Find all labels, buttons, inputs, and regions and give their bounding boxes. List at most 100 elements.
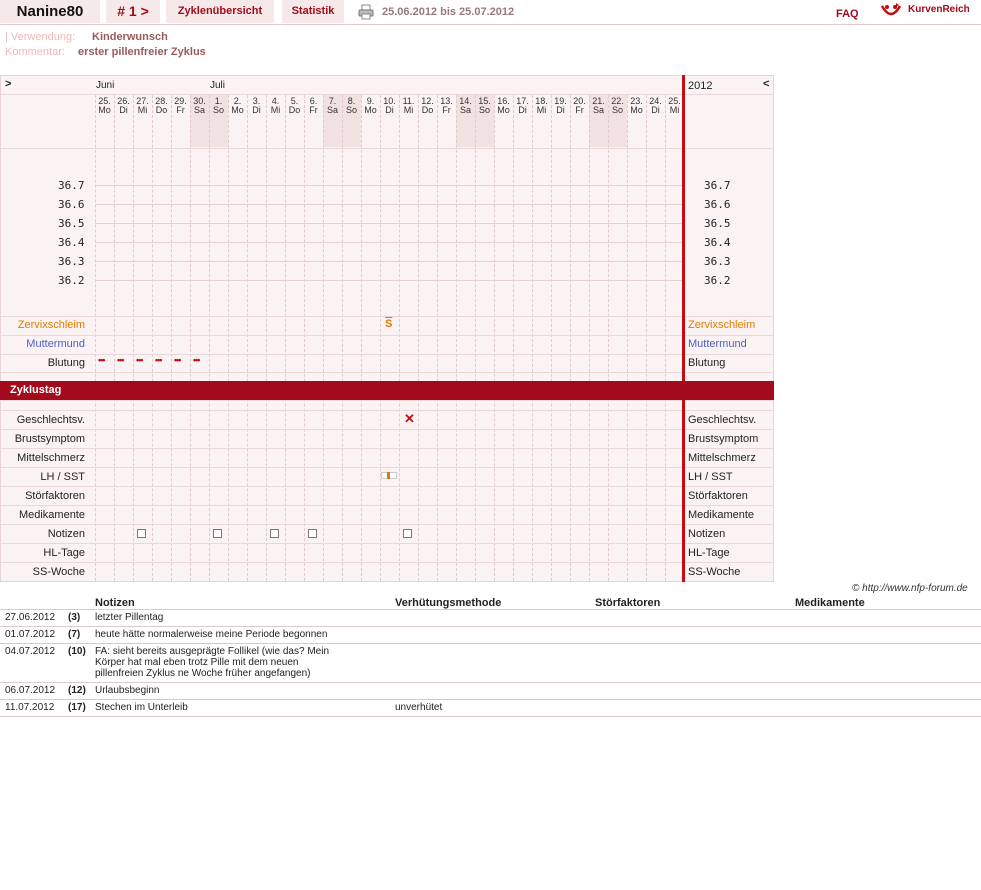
day-weekday-label: So (478, 105, 490, 115)
day-weekday-label: Fr (442, 105, 451, 115)
lh-test-line (387, 472, 390, 479)
grid-column-line (513, 95, 514, 581)
row-label-left: Muttermund (26, 338, 85, 350)
row-label-right: Blutung (688, 357, 726, 369)
table-header: Störfaktoren (595, 597, 661, 609)
temp-gridline (95, 261, 683, 262)
day-weekday-label: Mo (364, 105, 377, 115)
cervical-mucus-mark[interactable]: S (385, 318, 392, 330)
grid-column-line (285, 95, 286, 581)
row-cycle-day: (3) (68, 612, 81, 623)
cycle-day-bar (0, 381, 774, 400)
note-icon[interactable] (308, 529, 317, 538)
day-weekday-label: So (212, 105, 224, 115)
grid-row-line (0, 94, 774, 95)
grid-column-line (437, 95, 438, 581)
grid-row-line (0, 505, 774, 506)
temp-label-right: 36.4 (704, 236, 731, 249)
grid-row-line (0, 148, 774, 149)
day-weekday-label: So (345, 105, 357, 115)
grid-column-line (247, 95, 248, 581)
day-weekday-label: Mi (536, 105, 547, 115)
table-header: Medikamente (795, 597, 865, 609)
note-icon[interactable] (403, 529, 412, 538)
intercourse-mark[interactable]: ✕ (404, 411, 415, 427)
bleeding-mark[interactable]: ••• (155, 355, 163, 365)
day-weekday-label: Di (556, 105, 565, 115)
bleeding-mark[interactable]: ••• (117, 355, 125, 365)
row-note: heute hätte normalerweise meine Periode … (95, 629, 328, 640)
row-label-left: Brustsymptom (14, 433, 85, 445)
grid-column-line (551, 95, 552, 581)
row-label-right: Medikamente (688, 509, 755, 521)
row-cycle-day: (10) (68, 646, 86, 657)
day-weekday-label: Sa (193, 105, 205, 115)
grid-column-line (589, 95, 590, 581)
grid-column-line (171, 95, 172, 581)
temp-label-left: 36.5 (58, 217, 85, 230)
bleeding-mark[interactable]: ••• (98, 355, 106, 365)
row-label-left: HL-Tage (43, 547, 85, 559)
table-row: 04.07.2012 (10) FA: sieht bereits ausgeprä… (0, 643, 981, 683)
grid-row-line (0, 316, 774, 317)
table-row: 27.06.2012 (3) letzter Pillentag (0, 609, 981, 627)
row-cycle-day: (12) (68, 685, 86, 696)
day-weekday-label: Di (651, 105, 660, 115)
month-label: Juni (96, 80, 115, 91)
day-weekday-label: Di (252, 105, 261, 115)
temp-label-left: 36.4 (58, 236, 85, 249)
grid-column-line (190, 95, 191, 581)
row-date: 04.07.2012 (5, 646, 56, 657)
row-label-left: Störfaktoren (25, 490, 85, 502)
row-label-right: LH / SST (688, 471, 733, 483)
bleeding-mark[interactable]: ••• (136, 355, 144, 365)
row-label-right: Notizen (688, 528, 726, 540)
table-row: 11.07.2012 (17) Stechen im Unterleib unverh… (0, 699, 981, 717)
grid-column-line (456, 95, 457, 581)
grid-column-line (209, 95, 210, 581)
temp-label-right: 36.5 (704, 217, 731, 230)
day-weekday-label: Fr (575, 105, 584, 115)
grid-row-line (0, 429, 774, 430)
row-label-right: Mittelschmerz (688, 452, 756, 464)
grid-row-line (0, 562, 774, 563)
row-note: FA: sieht bereits ausgeprägte Follikel (… (95, 646, 330, 679)
row-label-right: HL-Tage (688, 547, 730, 559)
temp-gridline (95, 204, 683, 205)
row-label-left: Geschlechtsv. (16, 414, 85, 426)
grid-column-line (494, 95, 495, 581)
table-header: Notizen (95, 597, 135, 609)
day-weekday-label: Do (155, 105, 168, 115)
day-weekday-label: Mi (403, 105, 414, 115)
note-icon[interactable] (137, 529, 146, 538)
day-weekday-label: Mo (497, 105, 510, 115)
temp-gridline (95, 185, 683, 186)
grid-row-line (0, 400, 774, 401)
bleeding-mark[interactable]: ••• (174, 355, 182, 365)
table-row: 06.07.2012 (12) Urlaubsbeginn (0, 682, 981, 700)
note-icon[interactable] (213, 529, 222, 538)
nav-left-arrow[interactable]: > (5, 78, 11, 90)
day-weekday-label: Di (385, 105, 394, 115)
table-header: Verhütungsmethode (395, 597, 502, 609)
grid-column-line (665, 95, 666, 581)
grid-row-line (0, 486, 774, 487)
bleeding-mark[interactable]: ••• (193, 355, 201, 365)
row-label-right: Brustsymptom (688, 433, 759, 445)
note-icon[interactable] (270, 529, 279, 538)
temp-label-right: 36.6 (704, 198, 731, 211)
day-weekday-label: Fr (176, 105, 185, 115)
grid-row-line (0, 543, 774, 544)
row-method: unverhütet (395, 702, 443, 713)
temp-label-left: 36.6 (58, 198, 85, 211)
row-label-left: Blutung (47, 357, 85, 369)
row-label-right: Muttermund (688, 338, 747, 350)
copyright[interactable]: © http://www.nfp-forum.de (852, 583, 968, 594)
temp-gridline (95, 242, 683, 243)
nav-right-arrow[interactable]: < (763, 78, 769, 90)
row-date: 27.06.2012 (5, 612, 56, 623)
row-date: 01.07.2012 (5, 629, 56, 640)
grid-column-line (323, 95, 324, 581)
grid-column-line (475, 95, 476, 581)
row-label-left: Notizen (47, 528, 85, 540)
